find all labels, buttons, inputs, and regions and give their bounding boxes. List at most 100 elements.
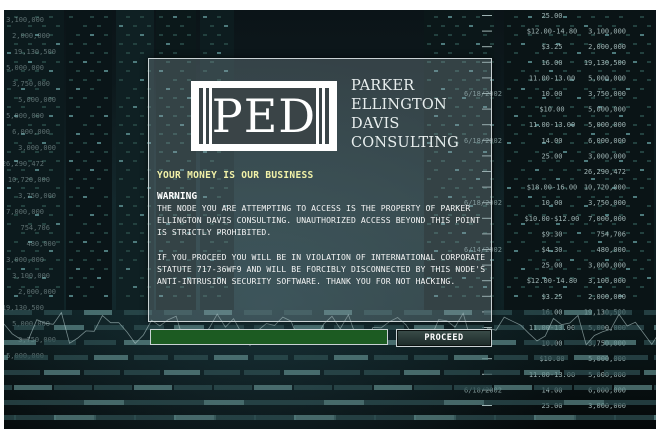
server-light [203, 16, 207, 18]
server-light [49, 16, 53, 18]
server-light [7, 268, 11, 270]
server-light [542, 178, 546, 180]
server-light [180, 43, 184, 45]
access-input[interactable] [150, 329, 388, 345]
server-light [42, 205, 46, 207]
server-light [119, 178, 123, 180]
floor-tile [574, 415, 616, 420]
ticker-value: 3,750,000 [588, 199, 626, 207]
floor-tile [644, 370, 656, 375]
server-light [591, 178, 595, 180]
server-light [521, 205, 525, 207]
ticker-value: 19,130,500 [584, 59, 626, 67]
floor-tile [404, 370, 440, 375]
server-light [104, 133, 108, 135]
server-light [584, 286, 588, 288]
server-light [640, 151, 644, 153]
ticker-value: 25.00 [541, 152, 562, 160]
server-light [514, 34, 518, 36]
ticker-value: 6,000,000 [12, 128, 50, 136]
floor-tile [174, 385, 212, 390]
server-light [83, 79, 87, 81]
server-light [7, 223, 11, 225]
server-light [605, 196, 609, 198]
server-light [448, 34, 452, 36]
server-light [619, 16, 623, 18]
server-light [633, 223, 637, 225]
server-light [7, 205, 11, 207]
server-light [640, 16, 644, 18]
server-light [563, 151, 567, 153]
server-light [507, 124, 511, 126]
floor-tile [4, 370, 40, 375]
server-light [514, 151, 518, 153]
server-light [217, 34, 221, 36]
floor-tile [524, 370, 560, 375]
server-light [69, 142, 73, 144]
server-light [462, 34, 466, 36]
server-light [455, 25, 459, 27]
server-light [28, 43, 32, 45]
server-light [626, 232, 630, 234]
server-light [507, 259, 511, 261]
floor-tile [284, 400, 324, 405]
server-light [514, 277, 518, 279]
server-light [28, 124, 32, 126]
server-light [83, 43, 87, 45]
server-light [140, 232, 144, 234]
server-light [49, 115, 53, 117]
server-light [133, 241, 137, 243]
server-light [535, 88, 539, 90]
server-light [612, 286, 616, 288]
server-light [140, 97, 144, 99]
server-light [83, 241, 87, 243]
server-light [647, 79, 651, 81]
server-light [90, 16, 94, 18]
server-light [83, 178, 87, 180]
server-light [535, 250, 539, 252]
server-light [640, 268, 644, 270]
server-light [591, 115, 595, 117]
server-light [7, 52, 11, 54]
server-light [514, 178, 518, 180]
server-light [140, 151, 144, 153]
server-light [612, 223, 616, 225]
server-light [462, 16, 466, 18]
server-light [577, 97, 581, 99]
server-light [56, 187, 60, 189]
server-light [528, 133, 532, 135]
server-light [577, 52, 581, 54]
server-light [210, 43, 214, 45]
server-light [626, 106, 630, 108]
server-light [83, 124, 87, 126]
server-light [528, 295, 532, 297]
server-light [133, 223, 137, 225]
ticker-value: 3,100,000 [588, 28, 626, 36]
server-light [90, 34, 94, 36]
server-light [556, 178, 560, 180]
server-light [528, 232, 532, 234]
ticker-value: 5,000,000 [18, 96, 56, 104]
floor-tile [84, 340, 116, 345]
server-light [21, 268, 25, 270]
server-light [521, 106, 525, 108]
server-light [570, 259, 574, 261]
floor-tile [564, 370, 600, 375]
server-light [76, 205, 80, 207]
server-light [35, 232, 39, 234]
server-light [469, 25, 473, 27]
server-light [69, 160, 73, 162]
server-light [140, 16, 144, 18]
server-light [35, 169, 39, 171]
server-light [90, 250, 94, 252]
floor-tile [254, 355, 288, 360]
floor-tile [644, 310, 656, 315]
server-light [7, 169, 11, 171]
proceed-button[interactable]: PROCEED [396, 329, 492, 347]
server-light [173, 34, 177, 36]
server-light [76, 286, 80, 288]
floor-tile [604, 310, 632, 315]
server-light [14, 43, 18, 45]
ticker-value: 26,290,472 [584, 168, 626, 176]
ticker-value: 19,130,500 [14, 48, 56, 56]
